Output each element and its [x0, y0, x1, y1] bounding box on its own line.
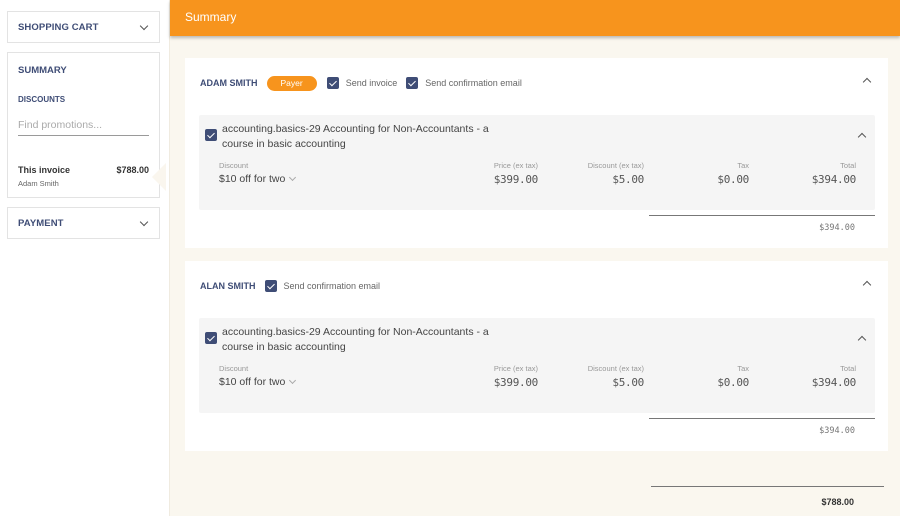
summary-panel: SUMMARY DISCOUNTS This invoice $788.00 A…: [7, 52, 160, 198]
tax-label: Tax: [737, 364, 749, 373]
payment-header[interactable]: PAYMENT: [8, 208, 159, 239]
discount-ex-tax-value: $5.00: [612, 173, 644, 186]
subtotal-divider: [649, 418, 875, 419]
chevron-up-icon[interactable]: [862, 77, 872, 87]
shopping-cart-header[interactable]: SHOPPING CART: [8, 12, 159, 43]
total-value: $394.00: [811, 376, 857, 389]
line-item-checkbox[interactable]: [205, 129, 217, 141]
send-confirmation-email-checkbox[interactable]: [406, 77, 419, 89]
header-bar: Summary: [170, 0, 900, 36]
send-confirmation-email-label[interactable]: Send confirmation email: [425, 78, 522, 88]
discount-label: Discount: [219, 161, 249, 170]
send-invoice-checkbox[interactable]: [326, 77, 339, 89]
shopping-cart-panel[interactable]: SHOPPING CART: [7, 11, 160, 43]
discount-ex-tax-label: Discount (ex tax): [587, 161, 644, 170]
page-title: Summary: [185, 10, 237, 24]
send-confirmation-email-label[interactable]: Send confirmation email: [284, 281, 381, 291]
tax-label: Tax: [737, 161, 749, 170]
payment-panel[interactable]: PAYMENT: [7, 207, 160, 239]
invoice-card: ALAN SMITH Send confirmation email accou…: [185, 261, 888, 451]
this-invoice-name: Adam Smith: [18, 179, 59, 188]
person-name: ALAN SMITH: [200, 281, 256, 291]
main-content: Summary ADAM SMITH Payer Send invoice Se…: [170, 0, 900, 516]
tax-value: $0.00: [717, 376, 749, 389]
sidebar: SHOPPING CART SUMMARY DISCOUNTS This inv…: [0, 0, 170, 516]
invoice-card-header: ALAN SMITH Send confirmation email: [200, 278, 389, 294]
tax-value: $0.00: [717, 173, 749, 186]
shopping-cart-title: SHOPPING CART: [18, 22, 99, 33]
price-value: $399.00: [493, 173, 539, 186]
summary-title: SUMMARY: [18, 65, 67, 76]
discount-select[interactable]: $10 off for two: [219, 376, 297, 388]
discount-value: $10 off for two: [219, 173, 286, 185]
chevron-up-icon[interactable]: [857, 335, 867, 345]
this-invoice-label: This invoice: [18, 165, 71, 175]
invoice-card-header: ADAM SMITH Payer Send invoice Send confi…: [200, 75, 531, 91]
line-item-checkbox[interactable]: [205, 332, 217, 344]
chevron-down-icon[interactable]: [139, 217, 149, 226]
price-label: Price (ex tax): [493, 161, 538, 170]
total-label: Total: [840, 364, 856, 373]
price-label: Price (ex tax): [493, 364, 538, 373]
grand-total: $788.00: [821, 497, 854, 507]
line-item: accounting.basics-29 Accounting for Non-…: [199, 318, 875, 413]
grand-total-divider: [651, 486, 884, 487]
subtotal-divider: [649, 215, 875, 216]
line-item: accounting.basics-29 Accounting for Non-…: [199, 115, 875, 210]
price-value: $399.00: [493, 376, 539, 389]
discounts-title: DISCOUNTS: [18, 95, 66, 104]
person-name: ADAM SMITH: [200, 78, 258, 88]
invoice-subtotal: $394.00: [819, 426, 855, 436]
send-confirmation-email-checkbox[interactable]: [264, 280, 277, 292]
payer-badge: Payer: [266, 75, 317, 91]
discount-ex-tax-label: Discount (ex tax): [587, 364, 644, 373]
discount-ex-tax-value: $5.00: [612, 376, 644, 389]
summary-pointer-arrow: [152, 163, 166, 191]
payment-title: PAYMENT: [18, 218, 64, 229]
this-invoice-amount: $788.00: [116, 165, 149, 175]
chevron-down-icon: [289, 173, 297, 182]
discount-value: $10 off for two: [219, 376, 286, 388]
total-value: $394.00: [811, 173, 857, 186]
send-invoice-label[interactable]: Send invoice: [346, 78, 398, 88]
line-item-title: accounting.basics-29 Accounting for Non-…: [222, 123, 489, 150]
promotions-search-input[interactable]: [18, 115, 149, 136]
invoice-subtotal: $394.00: [819, 223, 855, 233]
chevron-down-icon: [289, 376, 297, 385]
chevron-down-icon[interactable]: [139, 21, 149, 30]
line-item-title: accounting.basics-29 Accounting for Non-…: [222, 326, 489, 353]
chevron-up-icon[interactable]: [862, 280, 872, 290]
chevron-up-icon[interactable]: [857, 132, 867, 142]
discount-label: Discount: [219, 364, 249, 373]
total-label: Total: [840, 161, 856, 170]
discount-select[interactable]: $10 off for two: [219, 173, 297, 185]
invoice-card: ADAM SMITH Payer Send invoice Send confi…: [185, 58, 888, 248]
